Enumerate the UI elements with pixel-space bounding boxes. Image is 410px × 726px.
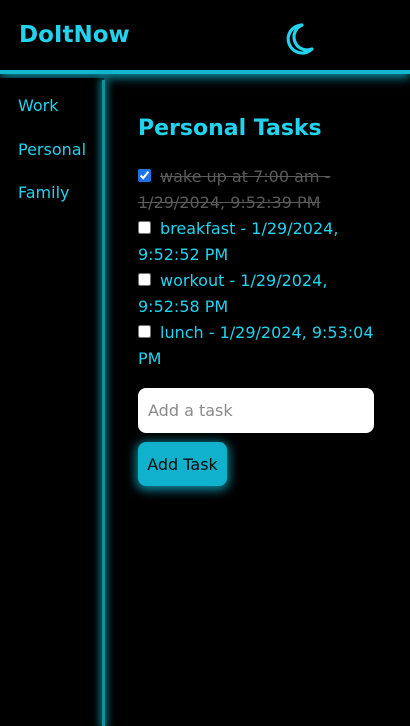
task-item: breakfast - 1/29/2024, 9:52:52 PM <box>138 216 378 268</box>
task-text: lunch - 1/29/2024, 9:53:04 PM <box>138 323 374 368</box>
app-root: DoItNow Work Personal Family Personal Ta… <box>0 0 410 726</box>
task-text: breakfast - 1/29/2024, 9:52:52 PM <box>138 219 339 264</box>
sidebar: Work Personal Family <box>0 78 104 726</box>
task-item: wake up at 7:00 am - 1/29/2024, 9:52:39 … <box>138 164 378 216</box>
add-task-button[interactable]: Add Task <box>138 442 227 486</box>
main-content: Personal Tasks wake up at 7:00 am - 1/29… <box>105 78 410 726</box>
sidebar-item-work[interactable]: Work <box>18 96 59 115</box>
task-list: wake up at 7:00 am - 1/29/2024, 9:52:39 … <box>138 164 378 372</box>
app-brand: DoItNow <box>19 22 130 48</box>
task-checkbox[interactable] <box>138 273 151 286</box>
task-text: workout - 1/29/2024, 9:52:58 PM <box>138 271 328 316</box>
sidebar-item-family[interactable]: Family <box>18 183 69 202</box>
sidebar-item-personal[interactable]: Personal <box>18 140 86 159</box>
task-text: wake up at 7:00 am - 1/29/2024, 9:52:39 … <box>138 167 331 212</box>
task-item: workout - 1/29/2024, 9:52:58 PM <box>138 268 378 320</box>
task-checkbox[interactable] <box>138 325 151 338</box>
header: DoItNow <box>0 0 410 74</box>
moon-icon[interactable] <box>283 22 315 56</box>
page-title: Personal Tasks <box>138 116 322 141</box>
task-checkbox[interactable] <box>138 169 151 182</box>
add-task-input[interactable] <box>138 388 374 433</box>
task-checkbox[interactable] <box>138 221 151 234</box>
task-item: lunch - 1/29/2024, 9:53:04 PM <box>138 320 378 372</box>
